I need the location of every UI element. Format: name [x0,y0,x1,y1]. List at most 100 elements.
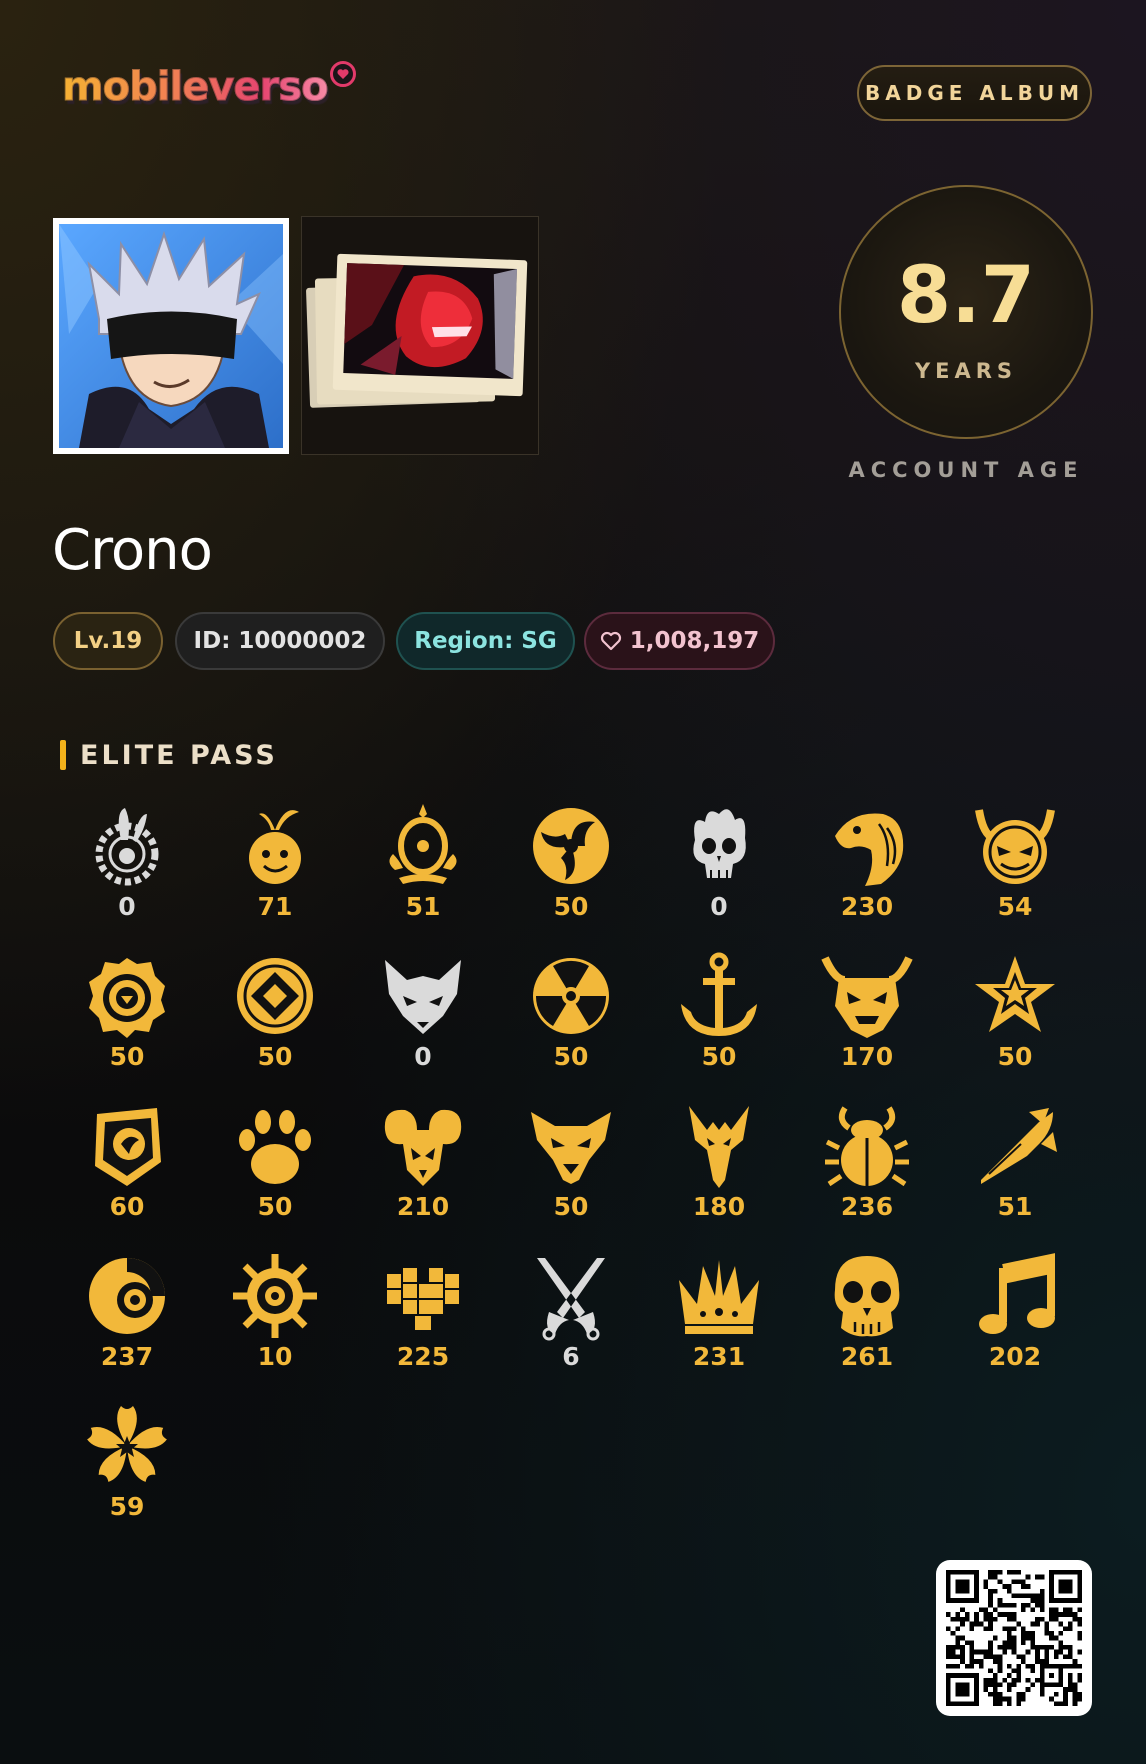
badge-count: 0 [414,1042,432,1071]
badge-count: 202 [988,1342,1042,1371]
badge-count: 210 [396,1192,450,1221]
logo-text: mobileverso [62,64,330,111]
likes-badge[interactable]: 1,008,197 [584,612,775,670]
badge-count: 50 [257,1192,293,1221]
elite-badge[interactable]: 236 [792,1100,942,1230]
elite-badge[interactable]: 71 [200,800,350,930]
crossed-swords-icon [537,1258,605,1341]
section-accent-bar [60,740,66,770]
badge-count: 50 [257,1042,293,1071]
eye-orb-icon [89,1258,165,1334]
likes-count: 1,008,197 [629,628,760,654]
skull-icon [834,1256,900,1337]
elite-badge[interactable]: 225 [348,1250,498,1380]
account-age-unit: YEARS [914,359,1018,383]
badge-count: 230 [840,892,894,921]
elite-badge[interactable]: 50 [496,950,646,1080]
badge-count: 51 [405,892,441,921]
elite-badge[interactable]: 50 [200,1100,350,1230]
devil-face-icon [975,809,1055,884]
badge-count: 50 [109,1042,145,1071]
player-id-badge[interactable]: ID: 10000002 [175,612,385,670]
mobileverso-logo[interactable]: mobileverso mobileverso [58,58,363,128]
player-name: Crono [52,518,213,583]
elite-badge[interactable]: 51 [348,800,498,930]
badge-count: 225 [396,1342,450,1371]
badge-count: 50 [997,1042,1033,1071]
player-avatar[interactable] [53,218,289,454]
elite-badge[interactable]: 230 [792,800,942,930]
anchor-icon [681,952,757,1036]
sakura-flower-icon [87,1406,167,1482]
badge-count: 10 [257,1342,293,1371]
missile-icon [981,1108,1057,1184]
elite-badge[interactable]: 210 [348,1100,498,1230]
elite-badge[interactable]: 231 [644,1250,794,1380]
elite-pass-heading: ELITE PASS [60,740,278,771]
sun-gear-icon [233,1254,317,1338]
demon-mask-icon [821,956,913,1038]
music-note-icon [979,1253,1055,1334]
badge-count: 6 [562,1342,580,1371]
crown-icon [679,1260,759,1334]
badge-count: 261 [840,1342,894,1371]
account-age-circle: 8.7 YEARS [839,185,1093,439]
elite-badge[interactable]: 0 [644,800,794,930]
flaming-skull-icon [693,809,746,878]
badge-count: 54 [997,892,1033,921]
ornate-ring-icon [389,804,457,884]
level-badge: Lv.19 [53,612,163,670]
rabbit-gear-icon [95,808,159,886]
ram-skull-icon [384,1109,462,1186]
dragon-head-icon [689,1106,749,1188]
radiation-icon [533,958,609,1034]
elite-badge[interactable]: 50 [940,950,1090,1080]
elite-badge[interactable]: 60 [52,1100,202,1230]
paw-icon [239,1110,311,1184]
coin-diamond-icon [237,958,313,1034]
shield-emblem-icon [95,1108,161,1186]
elite-badge[interactable]: 50 [644,950,794,1080]
region-badge: Region: SG [396,612,575,670]
badge-count: 0 [710,892,728,921]
badge-count: 231 [692,1342,746,1371]
qr-code[interactable] [936,1560,1092,1716]
profile-card-frame[interactable] [301,216,539,455]
elite-badge[interactable]: 170 [792,950,942,1080]
badge-count: 170 [840,1042,894,1071]
elite-badge[interactable]: 50 [496,1100,646,1230]
elite-badge[interactable]: 6 [496,1250,646,1380]
elite-badge[interactable]: 237 [52,1250,202,1380]
badge-count: 51 [997,1192,1033,1221]
badge-count: 236 [840,1192,894,1221]
badge-count: 50 [553,1192,589,1221]
badge-album-button[interactable]: BADGE ALBUM [857,65,1092,121]
elite-badge[interactable]: 10 [200,1250,350,1380]
elite-badge[interactable]: 261 [792,1250,942,1380]
pixel-heart-icon [387,1268,459,1330]
elite-badge[interactable]: 180 [644,1100,794,1230]
badge-count: 180 [692,1192,746,1221]
account-age-caption: ACCOUNT AGE [848,458,1084,482]
target-gear-icon [89,958,165,1038]
pineapple-icon [249,810,301,884]
elite-badge[interactable]: 59 [52,1400,202,1530]
badge-count: 59 [109,1492,145,1521]
sheriff-star-icon [975,956,1055,1032]
elite-badge[interactable]: 0 [52,800,202,930]
badge-count: 0 [118,892,136,921]
tomoe-swirl-icon [533,808,609,884]
elite-badge[interactable]: 50 [496,800,646,930]
elite-badge[interactable]: 50 [200,950,350,1080]
eagle-head-icon [835,813,904,886]
elite-badge[interactable]: 51 [940,1100,1090,1230]
badge-count: 50 [701,1042,737,1071]
account-age-value: 8.7 [896,251,1036,341]
elite-badge[interactable]: 54 [940,800,1090,930]
elite-badge[interactable]: 50 [52,950,202,1080]
heart-outline-icon [600,631,621,651]
elite-badge[interactable]: 0 [348,950,498,1080]
elite-badge[interactable]: 202 [940,1250,1090,1380]
badge-count: 71 [257,892,293,921]
badge-count: 50 [553,892,589,921]
